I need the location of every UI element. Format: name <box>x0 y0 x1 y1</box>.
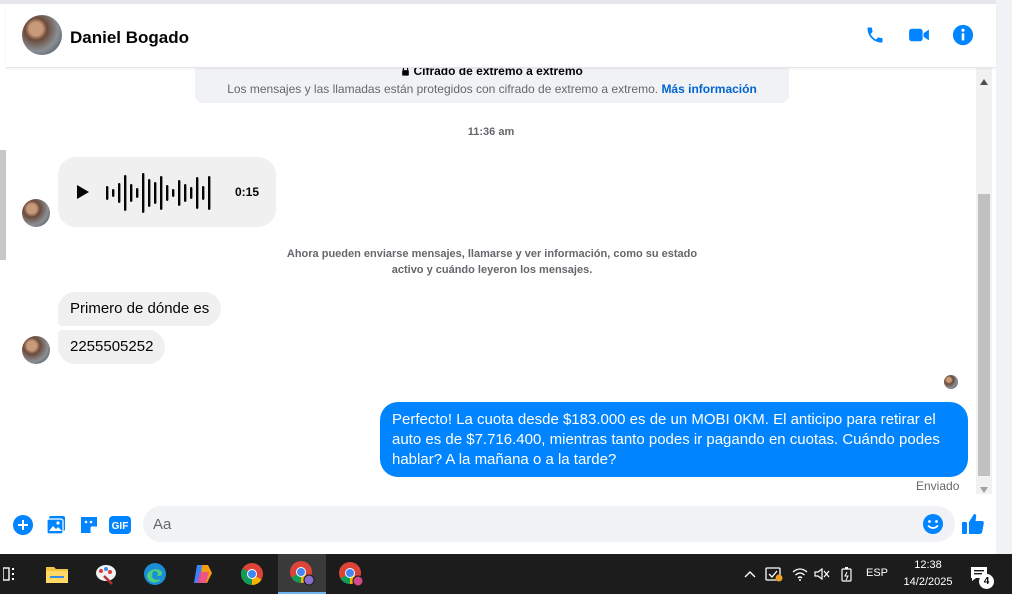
edge-browser-icon[interactable] <box>131 554 179 594</box>
sender-avatar[interactable] <box>22 199 50 227</box>
outgoing-message[interactable]: Perfecto! La cuota desde $183.000 es de … <box>380 402 968 477</box>
right-panel-edge <box>996 0 1012 554</box>
tray-chevron-up-icon[interactable] <box>741 565 759 583</box>
windows-taskbar: ESP 12:38 14/2/2025 4 <box>0 554 1012 594</box>
paint-app-icon[interactable] <box>82 554 130 594</box>
read-receipt-avatar <box>944 375 958 389</box>
battery-icon[interactable] <box>838 565 856 583</box>
keyboard-language[interactable]: ESP <box>866 567 888 579</box>
voice-message-bubble[interactable]: 0:15 <box>58 157 276 227</box>
wifi-icon[interactable] <box>791 565 809 583</box>
chat-header: Daniel Bogado <box>6 4 996 68</box>
contact-avatar[interactable] <box>22 15 62 55</box>
sticker-icon[interactable] <box>78 514 100 536</box>
emoji-icon[interactable] <box>922 513 944 540</box>
scroll-up-arrow-icon[interactable] <box>980 72 988 90</box>
phone-call-icon[interactable] <box>863 23 887 47</box>
contact-name[interactable]: Daniel Bogado <box>70 28 189 48</box>
file-explorer-icon[interactable] <box>33 554 81 594</box>
more-info-link[interactable]: Más información <box>661 82 756 96</box>
volume-muted-icon[interactable] <box>813 565 831 583</box>
play-icon[interactable] <box>76 184 90 204</box>
chrome-profile-2-icon[interactable] <box>327 554 375 594</box>
scrollbar-thumb[interactable] <box>978 194 990 476</box>
chrome-profile-1-icon[interactable] <box>278 554 326 594</box>
copilot-icon[interactable] <box>179 554 227 594</box>
messenger-window: Daniel Bogado Cifrado de extremo a extre… <box>0 0 1012 554</box>
sent-status: Enviado <box>916 479 960 493</box>
audio-duration: 0:15 <box>235 185 260 199</box>
sender-avatar[interactable] <box>22 336 50 364</box>
task-view-icon[interactable] <box>0 554 34 594</box>
notification-count-badge: 4 <box>979 574 994 589</box>
chrome-browser-icon[interactable] <box>228 554 276 594</box>
message-list[interactable]: Cifrado de extremo a extremo Los mensaje… <box>6 68 976 496</box>
audio-waveform[interactable] <box>106 173 214 213</box>
encryption-notice: Cifrado de extremo a extremo Los mensaje… <box>195 68 789 103</box>
svg-text:GIF: GIF <box>112 521 129 532</box>
info-icon[interactable] <box>951 23 975 47</box>
incoming-message[interactable]: Primero de dónde es <box>58 292 222 326</box>
encryption-text: Los mensajes y las llamadas están proteg… <box>227 82 659 96</box>
connection-info-text: Ahora pueden enviarse mensajes, llamarse… <box>286 248 698 276</box>
photo-gallery-icon[interactable] <box>45 514 67 536</box>
encryption-title: Cifrado de extremo a extremo <box>413 68 583 78</box>
clock-date[interactable]: 14/2/2025 <box>900 576 956 588</box>
message-scrollbar[interactable] <box>976 68 992 494</box>
message-composer: GIF <box>6 496 996 554</box>
lock-icon <box>401 68 413 78</box>
incoming-message[interactable]: 2255505252 <box>58 330 166 364</box>
message-input[interactable] <box>143 506 955 542</box>
gif-icon[interactable]: GIF <box>109 514 131 536</box>
video-call-icon[interactable] <box>907 23 931 47</box>
add-plus-icon[interactable] <box>12 514 34 536</box>
thumbs-up-like-icon[interactable] <box>961 512 985 541</box>
security-tray-icon[interactable] <box>765 565 783 583</box>
clock-time[interactable]: 12:38 <box>900 559 956 571</box>
message-timestamp: 11:36 am <box>467 126 515 138</box>
